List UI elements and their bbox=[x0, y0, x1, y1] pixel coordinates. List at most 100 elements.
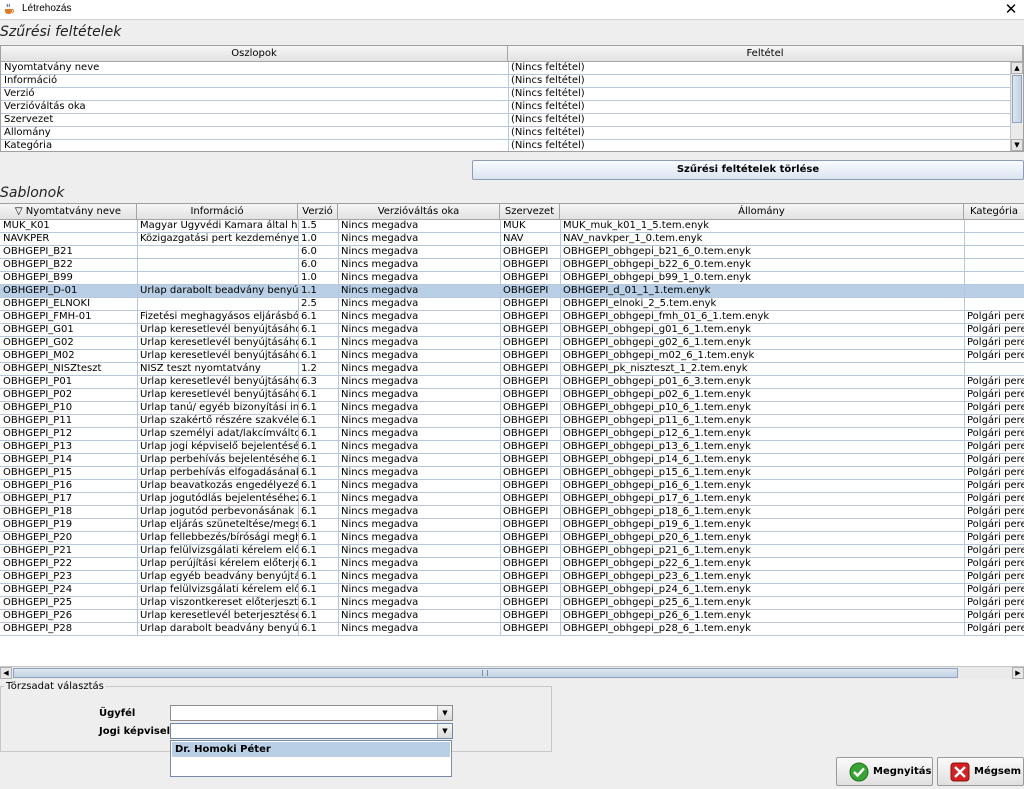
table-row[interactable]: OBHGEPI_P15 Űrlap perbehívás elfogadásána… bbox=[0, 467, 1024, 480]
file-cell: OBHGEPI_obhgepi_p26_6_1.tem.enyk bbox=[563, 610, 751, 621]
grid-line bbox=[137, 298, 138, 310]
table-row[interactable]: OBHGEPI_P28 Űrlap darabolt beadvány benyú… bbox=[0, 623, 1024, 636]
grid-line bbox=[137, 376, 138, 388]
filter-condition[interactable]: (Nincs feltétel) bbox=[508, 101, 1011, 114]
table-row[interactable]: OBHGEPI_P17 Űrlap jogutódlás bejelentéséh… bbox=[0, 493, 1024, 506]
table-row[interactable]: OBHGEPI_B21 6.0 Nincs megadva OBHGEPI OBHGEP… bbox=[0, 246, 1024, 259]
version-change-reason-cell: Nincs megadva bbox=[341, 467, 419, 478]
table-row[interactable]: OBHGEPI_P02 Űrlap keresetlevél benyújtásá… bbox=[0, 389, 1024, 402]
table-row[interactable]: OBHGEPI_G01 Űrlap keresetlevél benyújtásá… bbox=[0, 324, 1024, 337]
version-change-reason-cell: Nincs megadva bbox=[341, 272, 419, 283]
filter-column-header-condition[interactable]: Feltétel bbox=[508, 46, 1023, 62]
table-row[interactable]: OBHGEPI_P14 Űrlap perbehívás bejelentéséh… bbox=[0, 454, 1024, 467]
filter-condition[interactable]: (Nincs feltétel) bbox=[508, 127, 1011, 140]
version-change-reason-cell: Nincs megadva bbox=[341, 584, 419, 595]
table-row[interactable]: OBHGEPI_M02 Űrlap keresetlevél benyújtásá… bbox=[0, 350, 1024, 363]
table-row[interactable]: OBHGEPI_P16 Űrlap beavatkozás engedélyezé… bbox=[0, 480, 1024, 493]
column-header-version-change-reason[interactable]: Verzióváltás oka bbox=[338, 204, 500, 220]
grid-line bbox=[137, 259, 138, 271]
column-header-version[interactable]: Verzió bbox=[298, 204, 338, 220]
filter-row[interactable]: Szervezet (Nincs feltétel) bbox=[1, 114, 1011, 127]
table-row[interactable]: OBHGEPI_P19 Űrlap eljárás szüneteltése/me… bbox=[0, 519, 1024, 532]
filter-condition[interactable]: (Nincs feltétel) bbox=[508, 114, 1011, 127]
table-row[interactable]: OBHGEPI_P24 Űrlap felülvizsgálati kérelem… bbox=[0, 584, 1024, 597]
information-cell: Űrlap darabolt beadvány benyújtá... bbox=[140, 285, 298, 296]
column-header-organization[interactable]: Szervezet bbox=[500, 204, 560, 220]
scroll-down-icon[interactable]: ▼ bbox=[1011, 139, 1023, 151]
lawyer-input[interactable] bbox=[171, 724, 437, 738]
filter-row[interactable]: Információ (Nincs feltétel) bbox=[1, 75, 1011, 88]
dropdown-option[interactable]: Dr. Homoki Péter bbox=[172, 742, 450, 757]
table-row[interactable]: OBHGEPI_P23 Űrlap egyéb beadvány benyújtá… bbox=[0, 571, 1024, 584]
column-header-category[interactable]: Kategória bbox=[964, 204, 1024, 220]
client-combobox[interactable]: ▼ bbox=[170, 705, 453, 721]
scroll-thumb[interactable] bbox=[13, 668, 958, 678]
table-row[interactable]: OBHGEPI_P25 Űrlap viszontkereset előterje… bbox=[0, 597, 1024, 610]
table-row[interactable]: OBHGEPI_NISZteszt NISZ teszt nyomtatvány 1… bbox=[0, 363, 1024, 376]
form-name-cell: OBHGEPI_P21 bbox=[3, 545, 73, 556]
table-row[interactable]: OBHGEPI_P13 Űrlap jogi képviselő bejelent… bbox=[0, 441, 1024, 454]
column-header-file[interactable]: Állomány bbox=[560, 204, 964, 220]
column-header-information[interactable]: Információ bbox=[137, 204, 298, 220]
table-row[interactable]: OBHGEPI_ELNOKI 2.5 Nincs megadva OBHGEPI OBH… bbox=[0, 298, 1024, 311]
table-row[interactable]: OBHGEPI_P10 Űrlap tanú/ egyéb bizonyítási… bbox=[0, 402, 1024, 415]
grid-line bbox=[500, 519, 501, 531]
filter-row[interactable]: Állomány (Nincs feltétel) bbox=[1, 127, 1011, 140]
table-row[interactable]: OBHGEPI_B22 6.0 Nincs megadva OBHGEPI OBHGEP… bbox=[0, 259, 1024, 272]
table-row[interactable]: OBHGEPI_G02 Űrlap keresetlevél benyújtásá… bbox=[0, 337, 1024, 350]
table-row[interactable]: OBHGEPI_P11 Űrlap szakértő részére szakvé… bbox=[0, 415, 1024, 428]
organization-cell: OBHGEPI bbox=[503, 597, 549, 608]
cancel-button[interactable]: Mégsem bbox=[937, 757, 1024, 786]
version-cell: 6.1 bbox=[301, 519, 317, 530]
file-cell: OBHGEPI_obhgepi_m02_6_1.tem.enyk bbox=[563, 350, 755, 361]
filter-row[interactable]: Nyomtatvány neve (Nincs feltétel) bbox=[1, 62, 1011, 75]
filter-condition[interactable]: (Nincs feltétel) bbox=[508, 88, 1011, 101]
table-row[interactable]: OBHGEPI_P18 Űrlap jogutód perbevonásának … bbox=[0, 506, 1024, 519]
chevron-down-icon[interactable]: ▼ bbox=[437, 706, 452, 720]
templates-horizontal-scrollbar[interactable]: ◀ ▶ bbox=[0, 666, 1024, 679]
form-name-cell: OBHGEPI_P22 bbox=[3, 558, 73, 569]
scroll-up-icon[interactable]: ▲ bbox=[1011, 62, 1023, 74]
grid-line bbox=[500, 584, 501, 596]
version-cell: 6.1 bbox=[301, 623, 317, 634]
grid-line bbox=[964, 298, 965, 310]
chevron-down-icon[interactable]: ▼ bbox=[437, 724, 452, 738]
grid-line bbox=[137, 584, 138, 596]
close-icon[interactable]: ✕ bbox=[998, 0, 1024, 20]
table-row[interactable]: OBHGEPI_P12 Űrlap személyi adat/lakcímvál… bbox=[0, 428, 1024, 441]
file-cell: OBHGEPI_obhgepi_b22_6_0.tem.enyk bbox=[563, 259, 751, 270]
filter-condition[interactable]: (Nincs feltétel) bbox=[508, 140, 1011, 151]
filter-vertical-scrollbar[interactable]: ▲ ▼ bbox=[1010, 62, 1023, 151]
filter-condition[interactable]: (Nincs feltétel) bbox=[508, 75, 1011, 88]
table-row[interactable]: OBHGEPI_P22 Űrlap perújítási kérelem előt… bbox=[0, 558, 1024, 571]
table-row[interactable]: OBHGEPI_B99 1.0 Nincs megadva OBHGEPI OBHGEP… bbox=[0, 272, 1024, 285]
filter-row[interactable]: Verzió (Nincs feltétel) bbox=[1, 88, 1011, 101]
table-row[interactable]: OBHGEPI_D-01 Űrlap darabolt beadvány beny… bbox=[0, 285, 1024, 298]
version-cell: 6.1 bbox=[301, 324, 317, 335]
open-button[interactable]: Megnyitás bbox=[836, 757, 933, 786]
scroll-right-icon[interactable]: ▶ bbox=[1012, 667, 1024, 679]
scroll-thumb[interactable] bbox=[1012, 75, 1022, 123]
scroll-left-icon[interactable]: ◀ bbox=[0, 667, 12, 679]
table-row[interactable]: OBHGEPI_P26 Űrlap keresetlevél beterjeszt… bbox=[0, 610, 1024, 623]
table-row[interactable]: MUK_K01 Magyar Ügyvédi Kamara által hozo.… bbox=[0, 220, 1024, 233]
file-cell: OBHGEPI_obhgepi_p21_6_1.tem.enyk bbox=[563, 545, 751, 556]
filter-condition[interactable]: (Nincs feltétel) bbox=[508, 62, 1011, 75]
filter-row[interactable]: Kategória (Nincs feltétel) bbox=[1, 140, 1011, 151]
table-row[interactable]: OBHGEPI_FMH-01 Fizetési meghagyásos eljár… bbox=[0, 311, 1024, 324]
column-header-form-name[interactable]: ▽ Nyomtatvány neve bbox=[0, 204, 137, 220]
filter-column-header-columns[interactable]: Oszlopok bbox=[1, 46, 508, 62]
grid-line bbox=[298, 545, 299, 557]
category-cell: Polgári peres bbox=[967, 532, 1024, 543]
table-row[interactable]: OBHGEPI_P01 Űrlap keresetlevél benyújtásá… bbox=[0, 376, 1024, 389]
lawyer-combobox[interactable]: ▼ bbox=[170, 723, 453, 739]
grid-line bbox=[500, 493, 501, 505]
table-row[interactable]: OBHGEPI_P21 Űrlap felülvizsgálati kérelem… bbox=[0, 545, 1024, 558]
form-name-cell: OBHGEPI_D-01 bbox=[3, 285, 78, 296]
grid-line bbox=[964, 259, 965, 271]
clear-filters-button[interactable]: Szűrési feltételek törlése bbox=[472, 160, 1024, 180]
table-row[interactable]: NAVKPER Közigazgatási pert kezdeményező .… bbox=[0, 233, 1024, 246]
filter-row[interactable]: Verzióváltás oka (Nincs feltétel) bbox=[1, 101, 1011, 114]
table-row[interactable]: OBHGEPI_P20 Űrlap fellebbezés/bírósági me… bbox=[0, 532, 1024, 545]
client-input[interactable] bbox=[171, 706, 437, 720]
